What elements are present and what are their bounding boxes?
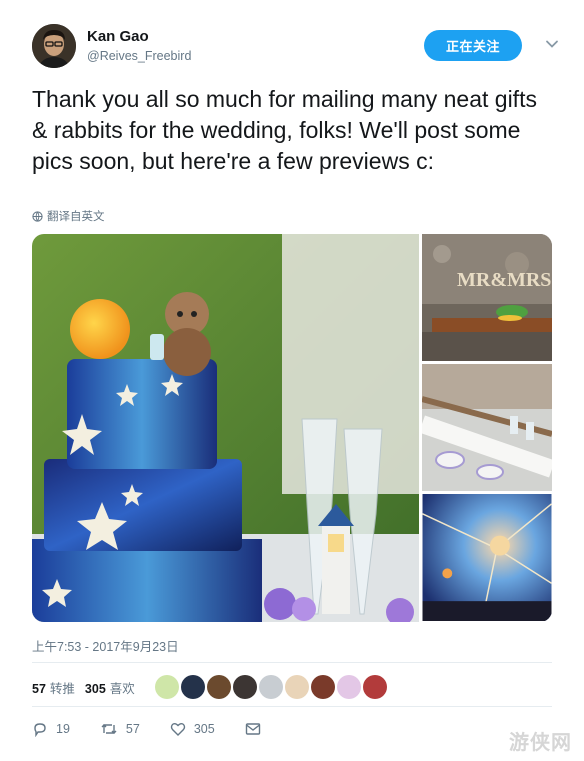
- author-avatar[interactable]: [32, 24, 76, 68]
- following-button[interactable]: 正在关注: [424, 30, 522, 61]
- tweet-header: Kan Gao @Reives_Freebird 正在关注: [32, 22, 560, 70]
- avatar[interactable]: [206, 675, 231, 699]
- media-grid: MR&MRS: [32, 234, 552, 622]
- retweets-label: 转推: [49, 681, 75, 696]
- mail-icon: [245, 723, 260, 735]
- action-bar: 19 57 305: [32, 718, 299, 740]
- site-watermark: 游侠网: [509, 732, 572, 754]
- heart-icon: [170, 723, 186, 736]
- author-handle[interactable]: @Reives_Freebird: [87, 49, 191, 65]
- retweet-icon: [101, 724, 117, 734]
- sign-photo[interactable]: MR&MRS: [422, 234, 552, 361]
- chevron-down-icon[interactable]: [544, 36, 560, 52]
- tweet-timestamp[interactable]: 上午7:53 - 2017年9月23日: [32, 636, 179, 655]
- retweets-stat[interactable]: 57 转推: [32, 678, 75, 697]
- retweets-count: 57: [32, 681, 46, 696]
- translate-link[interactable]: 翻译自英文: [32, 208, 105, 224]
- avatar[interactable]: [180, 675, 205, 699]
- reply-button[interactable]: 19: [32, 721, 70, 737]
- likes-stat[interactable]: 305 喜欢: [85, 678, 135, 697]
- like-count: 305: [193, 722, 215, 736]
- tweet-text: Thank you all so much for mailing many n…: [32, 86, 537, 174]
- reply-count: 19: [56, 722, 70, 736]
- liker-avatars: [154, 675, 389, 699]
- cake-photo[interactable]: [32, 234, 419, 622]
- likes-count: 305: [84, 681, 106, 696]
- author-info: Kan Gao @Reives_Freebird: [87, 28, 191, 64]
- avatar[interactable]: [232, 675, 257, 699]
- retweet-count: 57: [125, 722, 140, 736]
- retweet-button[interactable]: 57: [100, 721, 140, 737]
- avatar[interactable]: [336, 675, 361, 699]
- like-button[interactable]: 305: [170, 721, 215, 737]
- avatar[interactable]: [258, 675, 283, 699]
- divider-top: [32, 662, 552, 663]
- direct-message-button[interactable]: [245, 722, 269, 736]
- avatar[interactable]: [284, 675, 309, 699]
- author-name[interactable]: Kan Gao: [87, 28, 191, 47]
- avatar[interactable]: [154, 675, 179, 699]
- tables-photo[interactable]: [422, 364, 552, 491]
- reply-icon: [34, 723, 46, 737]
- divider-bottom: [32, 706, 552, 707]
- likes-label: 喜欢: [109, 681, 135, 696]
- avatar[interactable]: [310, 675, 335, 699]
- avatar[interactable]: [362, 675, 387, 699]
- translate-label: 翻译自英文: [47, 211, 105, 223]
- ceiling-photo[interactable]: [422, 494, 552, 621]
- engagement-stats: 57 转推 305 喜欢: [32, 672, 389, 702]
- globe-icon: [32, 210, 43, 222]
- svg-text:MR&MRS: MR&MRS: [457, 269, 551, 291]
